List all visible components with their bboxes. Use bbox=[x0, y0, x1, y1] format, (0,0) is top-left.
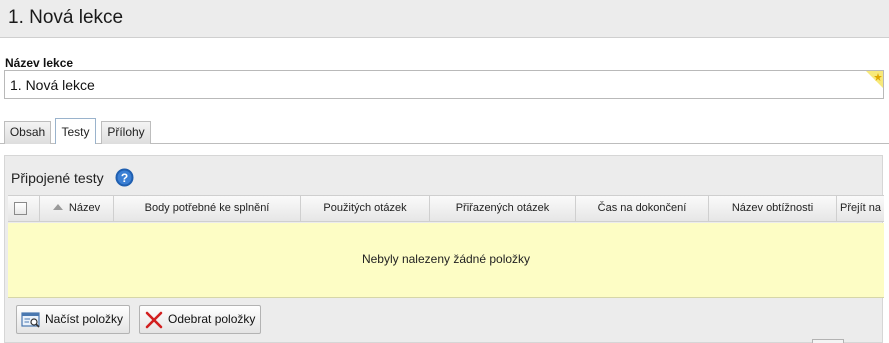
partial-control bbox=[812, 339, 844, 343]
empty-message: Nebyly nalezeny žádné položky bbox=[361, 252, 531, 266]
svg-text:?: ? bbox=[121, 171, 128, 185]
help-icon[interactable]: ? bbox=[115, 168, 134, 187]
grid-header: Název Body potřebné ke splnění Použitých… bbox=[8, 195, 884, 222]
remove-items-label: Odebrat položky bbox=[168, 312, 256, 326]
column-header-goto[interactable]: Přejít na bbox=[837, 196, 884, 221]
red-x-icon bbox=[145, 311, 163, 329]
column-header-assigned-questions[interactable]: Přiřazených otázek bbox=[430, 196, 576, 221]
column-header-completion-time[interactable]: Čas na dokončení bbox=[576, 196, 709, 221]
sort-asc-icon bbox=[52, 204, 63, 210]
star-icon bbox=[866, 71, 883, 88]
page-title: 1. Nová lekce bbox=[8, 7, 124, 28]
tab-testy[interactable]: Testy bbox=[55, 118, 96, 144]
column-header-nazev[interactable]: Název bbox=[40, 196, 114, 221]
empty-row: Nebyly nalezeny žádné položky bbox=[8, 223, 884, 298]
tab-obsah[interactable]: Obsah bbox=[4, 121, 51, 144]
load-items-label: Načíst položky bbox=[45, 312, 124, 326]
lesson-name-label: Název lekce bbox=[5, 56, 74, 70]
column-header-used-questions[interactable]: Použitých otázek bbox=[301, 196, 430, 221]
attached-tests-panel: Připojené testy ? Název Body potřebné ke… bbox=[4, 155, 884, 343]
panel-title: Připojené testy bbox=[11, 170, 104, 186]
column-header-difficulty[interactable]: Název obtížnosti bbox=[709, 196, 837, 221]
select-all-checkbox[interactable] bbox=[14, 202, 27, 215]
load-items-icon bbox=[21, 312, 40, 328]
tab-prilohy[interactable]: Přílohy bbox=[101, 121, 151, 144]
load-items-button[interactable]: Načíst položky bbox=[16, 305, 130, 334]
column-header-points[interactable]: Body potřebné ke splnění bbox=[114, 196, 301, 221]
select-all-cell bbox=[8, 196, 40, 221]
title-bar: 1. Nová lekce bbox=[0, 0, 889, 38]
lesson-name-input[interactable] bbox=[4, 70, 884, 99]
remove-items-button[interactable]: Odebrat položky bbox=[139, 305, 261, 334]
